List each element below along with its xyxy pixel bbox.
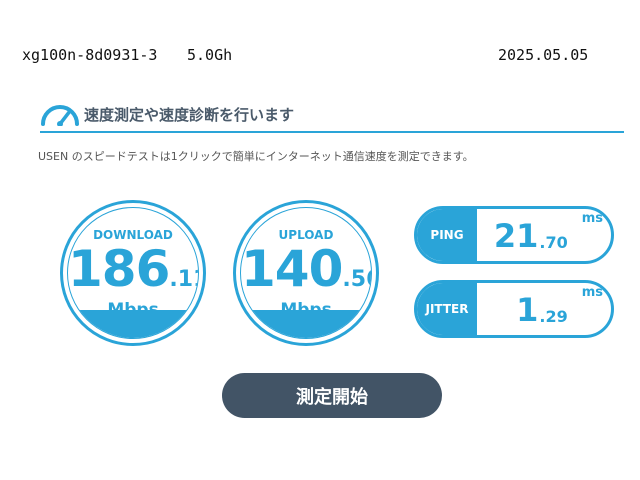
page-title: 速度測定や速度診断を行います — [84, 106, 295, 124]
upload-gauge: UPLOAD 140.56 Mbps — [233, 200, 379, 346]
ping-panel: PING 21.70 ms — [414, 206, 614, 264]
jitter-value: 1.29 ms — [516, 283, 603, 335]
device-name: xg100n-8d0931-3 — [22, 46, 158, 64]
jitter-value-int: 1 — [516, 291, 539, 329]
ping-value: 21.70 ms — [494, 209, 603, 261]
ping-value-int: 21 — [493, 217, 539, 255]
download-gauge-fill — [68, 310, 198, 338]
section-header: 速度測定や速度診断を行います — [40, 98, 624, 134]
jitter-label: JITTER — [417, 283, 477, 335]
download-value: 186.11 — [68, 240, 198, 298]
download-value-dec: .11 — [169, 267, 198, 292]
date-text: 2025.05.05 — [498, 46, 589, 64]
start-measurement-button[interactable]: 測定開始 — [222, 373, 442, 418]
jitter-panel: JITTER 1.29 ms — [414, 280, 614, 338]
upload-value-int: 140 — [241, 240, 343, 298]
status-bar: xg100n-8d0931-3 5.0Gh 2025.05.05 — [0, 46, 640, 68]
download-gauge: DOWNLOAD 186.11 Mbps — [60, 200, 206, 346]
upload-value: 140.56 — [241, 240, 371, 298]
ping-unit: ms — [581, 211, 603, 226]
upload-gauge-fill — [241, 310, 371, 338]
jitter-value-dec: .29 — [539, 307, 568, 326]
wifi-band: 5.0Gh — [187, 46, 233, 64]
jitter-unit: ms — [581, 285, 603, 300]
ping-value-dec: .70 — [539, 233, 568, 252]
download-value-int: 186 — [68, 240, 170, 298]
speedometer-icon — [41, 105, 79, 126]
divider — [40, 131, 624, 133]
upload-value-dec: .56 — [342, 267, 371, 292]
description-text: USEN のスピードテストは1クリックで簡単にインターネット通信速度を測定できま… — [38, 150, 474, 163]
ping-label: PING — [417, 209, 477, 261]
